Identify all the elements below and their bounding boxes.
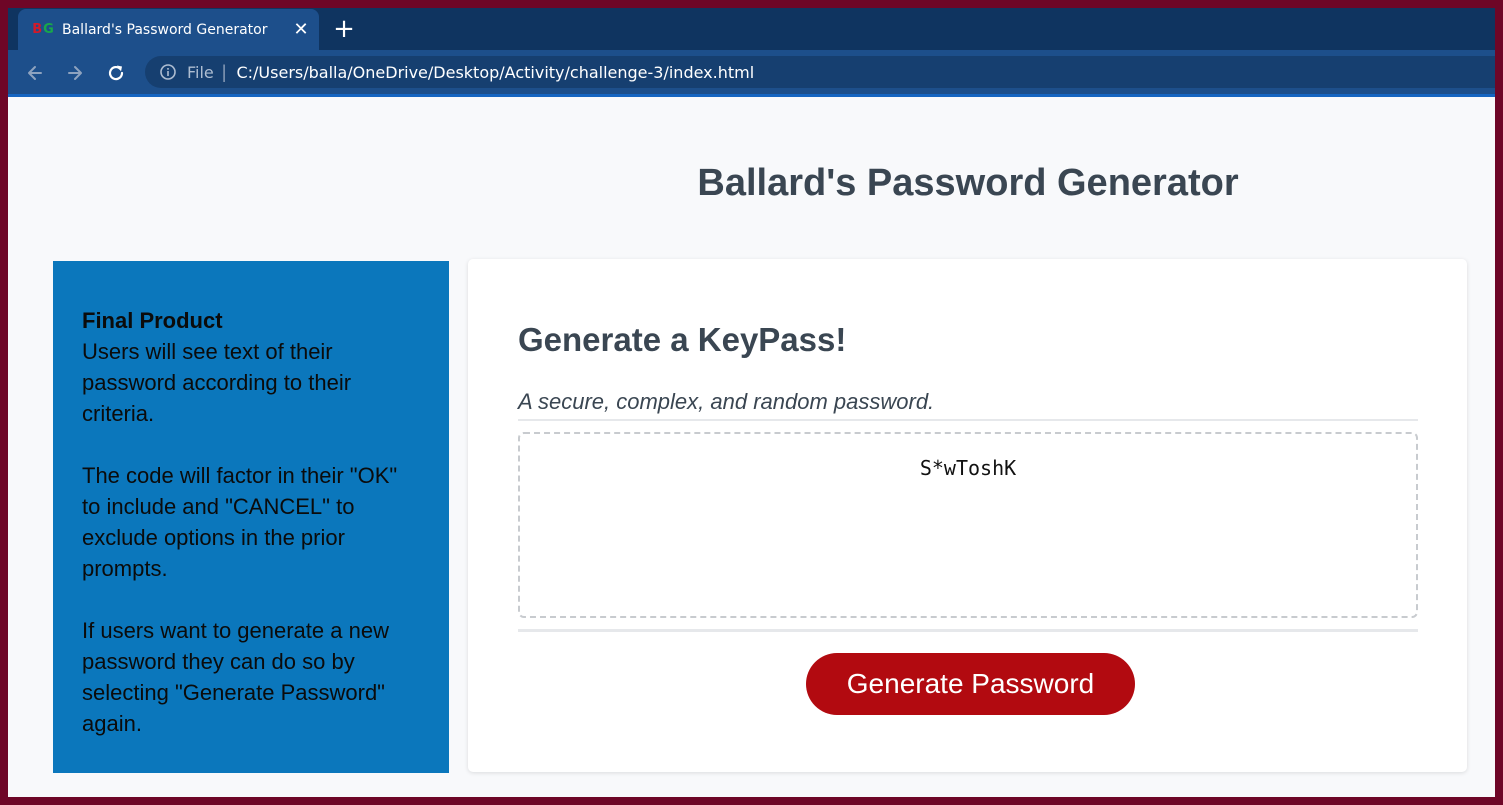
card-header: Generate a KeyPass! bbox=[518, 321, 847, 358]
sidebar-heading: Final Product bbox=[82, 308, 223, 333]
sidebar-paragraph-2: The code will factor in their "OK" to in… bbox=[82, 463, 398, 581]
forward-arrow-icon[interactable] bbox=[62, 60, 88, 86]
browser-tab[interactable]: B G Ballard's Password Generator ✕ bbox=[18, 9, 319, 50]
card-divider bbox=[518, 629, 1418, 632]
new-tab-button[interactable]: + bbox=[330, 14, 358, 44]
url-scheme: File bbox=[187, 62, 214, 82]
site-info-icon[interactable] bbox=[159, 63, 177, 81]
url-separator: | bbox=[221, 61, 227, 82]
generate-password-button[interactable]: Generate Password bbox=[806, 653, 1135, 715]
site-favicon-icon: B G bbox=[32, 22, 54, 38]
favicon-letter-b: B bbox=[32, 22, 43, 37]
generator-card: Generate a KeyPass! A secure, complex, a… bbox=[468, 259, 1467, 772]
favicon-letter-g: G bbox=[43, 22, 54, 37]
address-bar[interactable]: File | C:/Users/balla/OneDrive/Desktop/A… bbox=[145, 56, 1495, 88]
password-output[interactable]: S*wToshK bbox=[518, 432, 1418, 618]
browser-window: B G Ballard's Password Generator ✕ + Fil… bbox=[8, 8, 1495, 797]
url-text[interactable]: C:/Users/balla/OneDrive/Desktop/Activity… bbox=[236, 63, 754, 82]
back-arrow-icon[interactable] bbox=[22, 60, 48, 86]
tab-title: Ballard's Password Generator bbox=[62, 21, 268, 38]
page-title: Ballard's Password Generator bbox=[697, 162, 1239, 204]
card-subtitle: A secure, complex, and random password. bbox=[518, 389, 1418, 421]
sidebar-text-1: Users will see text of their password ac… bbox=[82, 339, 352, 426]
final-product-panel: Final Product Users will see text of the… bbox=[53, 261, 449, 773]
reload-icon[interactable] bbox=[103, 60, 129, 86]
browser-toolbar: File | C:/Users/balla/OneDrive/Desktop/A… bbox=[8, 50, 1495, 97]
close-tab-icon[interactable]: ✕ bbox=[289, 18, 313, 42]
sidebar-paragraph-3: If users want to generate a new password… bbox=[82, 618, 389, 736]
sidebar-paragraph-1: Final Product Users will see text of the… bbox=[82, 305, 421, 429]
tab-strip: B G Ballard's Password Generator ✕ + bbox=[8, 8, 1495, 50]
